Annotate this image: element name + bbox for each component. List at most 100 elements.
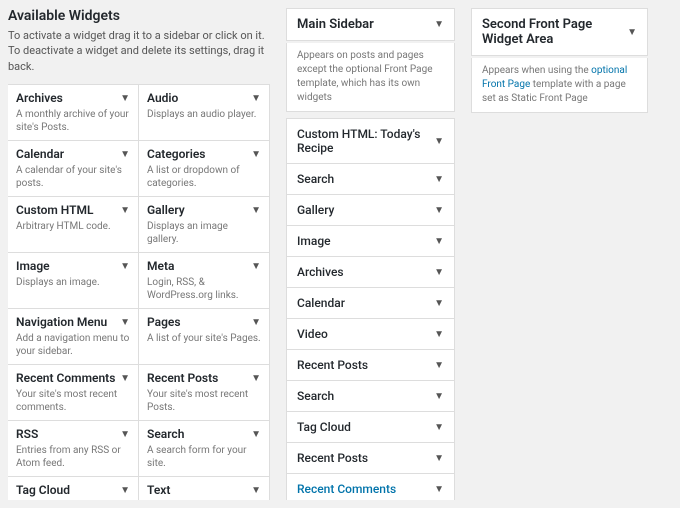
sidebar-widget-arrow-icon: ▼ <box>434 391 444 402</box>
sidebar-widget-name: Recent Posts <box>297 358 368 372</box>
widget-desc: A search form for your site. <box>147 444 261 470</box>
widget-desc: Your site's most recent comments. <box>16 388 130 414</box>
sidebar-widget-name: Recent Posts <box>297 451 368 465</box>
widget-name: Recent Posts <box>147 371 218 385</box>
available-widget-item[interactable]: Search ▼ A search form for your site. <box>138 420 270 477</box>
sidebar-widget-item[interactable]: Custom HTML: Today's Recipe ▼ <box>286 118 455 164</box>
sidebar-widget-name: Gallery <box>297 203 334 217</box>
main-sidebar-collapse-icon[interactable]: ▼ <box>434 19 444 30</box>
available-widget-item[interactable]: Categories ▼ A list or dropdown of categ… <box>138 140 270 197</box>
main-sidebar-description: Appears on posts and pages except the op… <box>286 43 455 112</box>
second-front-link[interactable]: optional Front Page <box>482 65 627 90</box>
widget-arrow-icon: ▼ <box>251 93 261 104</box>
widget-arrow-icon: ▼ <box>251 485 261 496</box>
widget-arrow-icon: ▼ <box>120 373 130 384</box>
sidebar-widget-arrow-icon: ▼ <box>434 236 444 247</box>
widget-name: Custom HTML <box>16 203 93 217</box>
sidebar-widget-item[interactable]: Tag Cloud ▼ <box>286 411 455 443</box>
second-front-description: Appears when using the optional Front Pa… <box>471 58 648 113</box>
widget-arrow-icon: ▼ <box>120 317 130 328</box>
widget-desc: Login, RSS, & WordPress.org links. <box>147 276 261 302</box>
sidebar-widget-item[interactable]: Search ▼ <box>286 163 455 195</box>
second-front-panel: Second Front Page Widget Area ▼ Appears … <box>463 8 648 500</box>
available-widget-item[interactable]: RSS ▼ Entries from any RSS or Atom feed. <box>8 420 139 477</box>
available-widget-item[interactable]: Image ▼ Displays an image. <box>8 252 139 309</box>
widget-arrow-icon: ▼ <box>120 149 130 160</box>
main-sidebar-title: Main Sidebar <box>297 17 374 32</box>
sidebar-widget-arrow-icon: ▼ <box>434 329 444 340</box>
available-widgets-desc: To activate a widget drag it to a sideba… <box>8 28 270 74</box>
sidebar-widget-item[interactable]: Video ▼ <box>286 318 455 350</box>
available-widget-item[interactable]: Custom HTML ▼ Arbitrary HTML code. <box>8 196 139 253</box>
widget-name: Search <box>147 427 184 441</box>
widget-name: Categories <box>147 147 205 161</box>
sidebar-widget-item[interactable]: Calendar ▼ <box>286 287 455 319</box>
second-front-title: Second Front Page Widget Area <box>482 17 627 47</box>
available-widget-item[interactable]: Recent Posts ▼ Your site's most recent P… <box>138 364 270 421</box>
widget-name: Pages <box>147 315 181 329</box>
sidebar-widget-item[interactable]: Recent Posts ▼ <box>286 442 455 474</box>
sidebar-widget-name: Image <box>297 234 331 248</box>
sidebar-widget-name: Recent Comments <box>297 482 396 496</box>
widget-name: Meta <box>147 259 174 273</box>
widget-desc: Entries from any RSS or Atom feed. <box>16 444 130 470</box>
main-sidebar-panel: Main Sidebar ▼ Appears on posts and page… <box>278 8 463 500</box>
widget-arrow-icon: ▼ <box>120 261 130 272</box>
sidebar-widget-arrow-icon: ▼ <box>434 136 444 147</box>
second-front-header: Second Front Page Widget Area ▼ <box>471 8 648 56</box>
widget-name: Recent Comments <box>16 371 115 385</box>
widget-arrow-icon: ▼ <box>251 261 261 272</box>
sidebar-widget-item[interactable]: Image ▼ <box>286 225 455 257</box>
available-widgets-title: Available Widgets <box>8 8 270 24</box>
sidebar-widget-item[interactable]: Recent Comments ▼ <box>286 473 455 500</box>
sidebar-widget-item[interactable]: Recent Posts ▼ <box>286 349 455 381</box>
widget-name: Calendar <box>16 147 64 161</box>
available-widget-item[interactable]: Calendar ▼ A calendar of your site's pos… <box>8 140 139 197</box>
widget-arrow-icon: ▼ <box>251 149 261 160</box>
available-widget-item[interactable]: Gallery ▼ Displays an image gallery. <box>138 196 270 253</box>
widget-desc: Your site's most recent Posts. <box>147 388 261 414</box>
available-widget-item[interactable]: Navigation Menu ▼ Add a navigation menu … <box>8 308 139 365</box>
sidebar-widget-arrow-icon: ▼ <box>434 205 444 216</box>
sidebar-widget-item[interactable]: Archives ▼ <box>286 256 455 288</box>
widget-name: RSS <box>16 427 38 441</box>
available-widget-item[interactable]: Tag Cloud ▼ A cloud of your most used ta… <box>8 476 139 500</box>
widget-desc: A monthly archive of your site's Posts. <box>16 108 130 134</box>
widget-name: Text <box>147 483 170 497</box>
sidebar-widget-item[interactable]: Search ▼ <box>286 380 455 412</box>
widget-desc: A calendar of your site's posts. <box>16 164 130 190</box>
available-widget-item[interactable]: Text ▼ Arbitrary text. <box>138 476 270 500</box>
sidebar-widget-item[interactable]: Gallery ▼ <box>286 194 455 226</box>
sidebar-widget-name: Archives <box>297 265 344 279</box>
widget-arrow-icon: ▼ <box>120 429 130 440</box>
widget-arrow-icon: ▼ <box>251 205 261 216</box>
second-front-collapse-icon[interactable]: ▼ <box>627 27 637 38</box>
available-widget-item[interactable]: Audio ▼ Displays an audio player. <box>138 84 270 141</box>
sidebar-widget-arrow-icon: ▼ <box>434 484 444 495</box>
widget-name: Tag Cloud <box>16 483 70 497</box>
sidebar-widget-name: Calendar <box>297 296 345 310</box>
sidebar-widget-name: Search <box>297 389 334 403</box>
sidebar-widget-arrow-icon: ▼ <box>434 360 444 371</box>
widget-desc: Displays an audio player. <box>147 108 261 121</box>
available-widget-item[interactable]: Recent Comments ▼ Your site's most recen… <box>8 364 139 421</box>
widget-name: Archives <box>16 91 63 105</box>
widget-name: Navigation Menu <box>16 315 107 329</box>
widget-grid: Archives ▼ A monthly archive of your sit… <box>8 84 270 500</box>
sidebar-widget-name: Search <box>297 172 334 186</box>
sidebar-widget-arrow-icon: ▼ <box>434 298 444 309</box>
sidebar-widget-name: Video <box>297 327 328 341</box>
widget-name: Image <box>16 259 50 273</box>
widget-arrow-icon: ▼ <box>120 485 130 496</box>
widget-desc: Arbitrary HTML code. <box>16 220 130 233</box>
sidebar-widget-arrow-icon: ▼ <box>434 422 444 433</box>
available-widget-item[interactable]: Pages ▼ A list of your site's Pages. <box>138 308 270 365</box>
widget-desc: Displays an image. <box>16 276 130 289</box>
widget-arrow-icon: ▼ <box>120 93 130 104</box>
sidebar-widget-name: Tag Cloud <box>297 420 351 434</box>
widget-desc: Displays an image gallery. <box>147 220 261 246</box>
available-widget-item[interactable]: Archives ▼ A monthly archive of your sit… <box>8 84 139 141</box>
available-widget-item[interactable]: Meta ▼ Login, RSS, & WordPress.org links… <box>138 252 270 309</box>
available-widgets-panel: Available Widgets To activate a widget d… <box>8 8 278 500</box>
sidebar-widget-arrow-icon: ▼ <box>434 267 444 278</box>
